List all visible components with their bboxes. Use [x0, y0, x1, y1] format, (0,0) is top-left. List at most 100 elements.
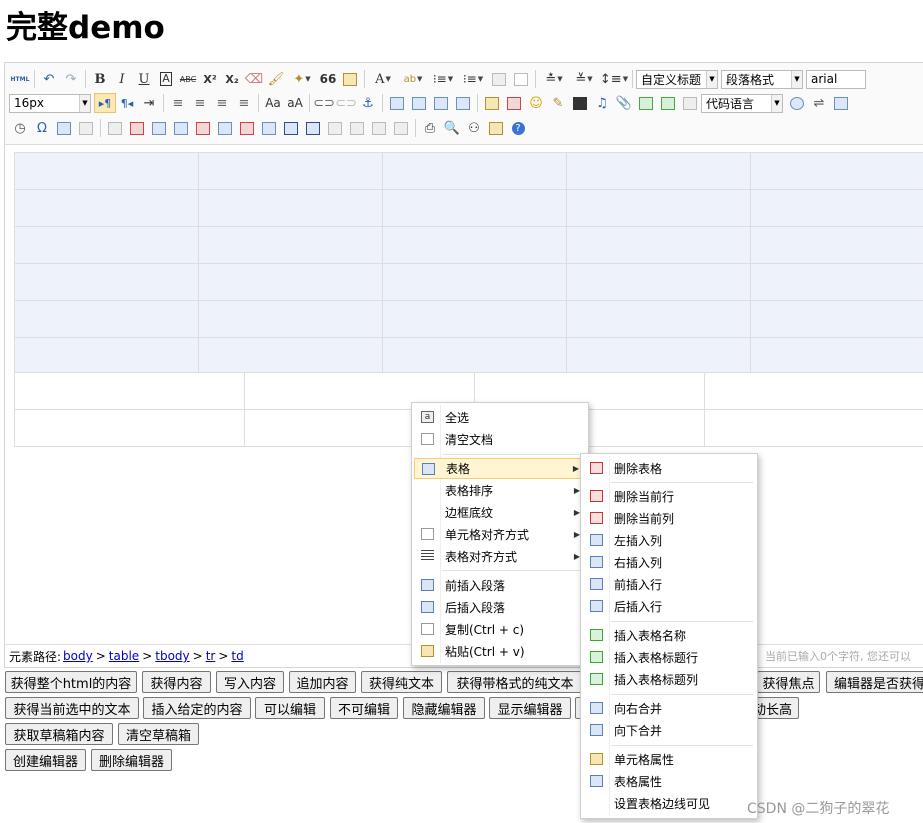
table-cell[interactable]	[382, 263, 567, 301]
ordered-list-button[interactable]: ⁝≡ ▼	[428, 69, 458, 89]
table-cell[interactable]	[382, 226, 567, 264]
font-size-select[interactable]: 16px ▼	[9, 93, 91, 113]
insert-frame-icon[interactable]	[679, 93, 701, 113]
map-icon[interactable]	[635, 93, 657, 113]
table-cell[interactable]	[566, 152, 751, 190]
simple-upload-icon[interactable]	[481, 93, 503, 113]
merge-down-icon[interactable]	[302, 118, 324, 138]
font-color-button[interactable]: A ▼	[368, 69, 398, 89]
lowercase-icon[interactable]: aA	[284, 93, 306, 113]
table-cell[interactable]	[566, 300, 751, 338]
auto-typeset-button[interactable]: ✦ ▼	[287, 69, 317, 89]
line-height-button[interactable]: ↕≡ ▼	[599, 69, 629, 89]
table-cell[interactable]	[566, 226, 751, 264]
menu-item-table-sort[interactable]: 表格排序 ▶	[414, 480, 586, 501]
get-focus-button[interactable]: 获得焦点	[757, 671, 820, 693]
word-image-icon[interactable]	[75, 118, 97, 138]
row-spacing-top-button[interactable]: ≛ ▼	[539, 69, 569, 89]
menu-item-insert-caption[interactable]: 插入表格名称	[583, 625, 755, 646]
insert-table-icon[interactable]	[104, 118, 126, 138]
table-cell[interactable]	[198, 152, 383, 190]
unordered-list-button[interactable]: ⁝≡ ▼	[458, 69, 488, 89]
menu-item-show-borders[interactable]: 设置表格边线可见	[583, 793, 755, 814]
menu-item-insert-row-before[interactable]: 前插入行	[583, 574, 755, 595]
template-icon[interactable]	[830, 93, 852, 113]
table-cell[interactable]	[14, 263, 199, 301]
table-cell[interactable]	[14, 409, 245, 447]
menu-item-insert-row-after[interactable]: 后插入行	[583, 596, 755, 617]
show-editor-button[interactable]: 显示编辑器	[489, 697, 571, 719]
merge-right-icon[interactable]	[280, 118, 302, 138]
delete-table-icon[interactable]	[126, 118, 148, 138]
table-cell[interactable]	[382, 152, 567, 190]
music-icon[interactable]: ♫	[591, 93, 613, 113]
table-cell[interactable]	[750, 152, 923, 190]
menu-item-merge-right[interactable]: 向右合并	[583, 698, 755, 719]
menu-item-delete-row[interactable]: 删除当前行	[583, 486, 755, 507]
date-time-icon[interactable]: ◷	[9, 118, 31, 138]
gmap-icon[interactable]	[657, 93, 679, 113]
set-content-button[interactable]: 写入内容	[216, 671, 284, 693]
web-app-icon[interactable]	[786, 93, 808, 113]
blockquote-button[interactable]: 66	[317, 69, 339, 89]
menu-item-insert-title-col[interactable]: 插入表格标题列	[583, 669, 755, 690]
split-to-rows-icon[interactable]	[346, 118, 368, 138]
table-cell[interactable]	[198, 263, 383, 301]
path-link-td[interactable]: td	[231, 649, 243, 663]
chart-icon[interactable]	[390, 118, 412, 138]
uppercase-icon[interactable]: Aa	[262, 93, 284, 113]
table-cell[interactable]	[198, 189, 383, 227]
menu-item-merge-down[interactable]: 向下合并	[583, 720, 755, 741]
table-cell[interactable]	[382, 300, 567, 338]
paragraph-format-select[interactable]: 段落格式 ▼	[721, 69, 803, 89]
image-right-icon[interactable]	[430, 93, 452, 113]
menu-item-border-shading[interactable]: 边框底纹 ▶	[414, 502, 586, 523]
menu-item-clear-doc[interactable]: 清空文档	[414, 429, 586, 450]
table-cell[interactable]	[566, 263, 751, 301]
insert-video-icon[interactable]	[569, 93, 591, 113]
menu-item-insert-col-right[interactable]: 右插入列	[583, 552, 755, 573]
path-link-tbody[interactable]: tbody	[155, 649, 189, 663]
menu-item-table-align[interactable]: 表格对齐方式 ▶	[414, 546, 586, 567]
disable-edit-button[interactable]: 不可编辑	[330, 697, 398, 719]
table-cell[interactable]	[750, 337, 923, 375]
table-cell[interactable]	[750, 263, 923, 301]
search-replace-icon[interactable]: ⚇	[463, 118, 485, 138]
table-cell[interactable]	[750, 226, 923, 264]
justify-center-icon[interactable]: ≡	[189, 93, 211, 113]
table-cell[interactable]	[14, 189, 199, 227]
menu-item-cell-align[interactable]: 单元格对齐方式 ▶	[414, 524, 586, 545]
menu-item-insert-para-before[interactable]: 前插入段落	[414, 575, 586, 596]
table-cell[interactable]	[14, 337, 199, 375]
table-cell[interactable]	[14, 300, 199, 338]
get-content-button[interactable]: 获得内容	[142, 671, 211, 693]
image-none-icon[interactable]	[386, 93, 408, 113]
get-draft-button[interactable]: 获取草稿箱内容	[5, 723, 113, 745]
preview-icon[interactable]: 🔍	[441, 118, 463, 138]
table-cell[interactable]	[198, 300, 383, 338]
get-plain-text-button[interactable]: 获得纯文本	[361, 671, 442, 693]
table-cell[interactable]	[704, 372, 923, 410]
menu-item-paste[interactable]: 粘贴(Ctrl + v)	[414, 641, 586, 662]
table-cell[interactable]	[14, 152, 199, 190]
italic-button[interactable]: I	[111, 69, 133, 89]
get-selected-text-button[interactable]: 获得当前选中的文本	[5, 697, 139, 719]
row-spacing-bottom-button[interactable]: ≚ ▼	[569, 69, 599, 89]
redo-button[interactable]: ↷	[60, 69, 82, 89]
hide-editor-button[interactable]: 隐藏编辑器	[403, 697, 485, 719]
table-cell[interactable]	[198, 337, 383, 375]
justify-right-icon[interactable]: ≡	[211, 93, 233, 113]
table-cell[interactable]	[14, 372, 245, 410]
table-cell[interactable]	[382, 337, 567, 375]
underline-button[interactable]: U	[133, 69, 155, 89]
insert-image-icon[interactable]	[503, 93, 525, 113]
clear-draft-button[interactable]: 清空草稿箱	[118, 723, 199, 745]
delete-col-icon[interactable]	[236, 118, 258, 138]
insert-col-icon[interactable]	[214, 118, 236, 138]
help-icon[interactable]: ?	[507, 118, 529, 138]
page-break-icon[interactable]: ⇌	[808, 93, 830, 113]
menu-item-table[interactable]: 表格 ▶	[414, 458, 586, 479]
path-link-table[interactable]: table	[109, 649, 139, 663]
direction-ltr-button[interactable]: ▸¶	[94, 93, 116, 113]
highlight-color-button[interactable]: ab ▼	[398, 69, 428, 89]
